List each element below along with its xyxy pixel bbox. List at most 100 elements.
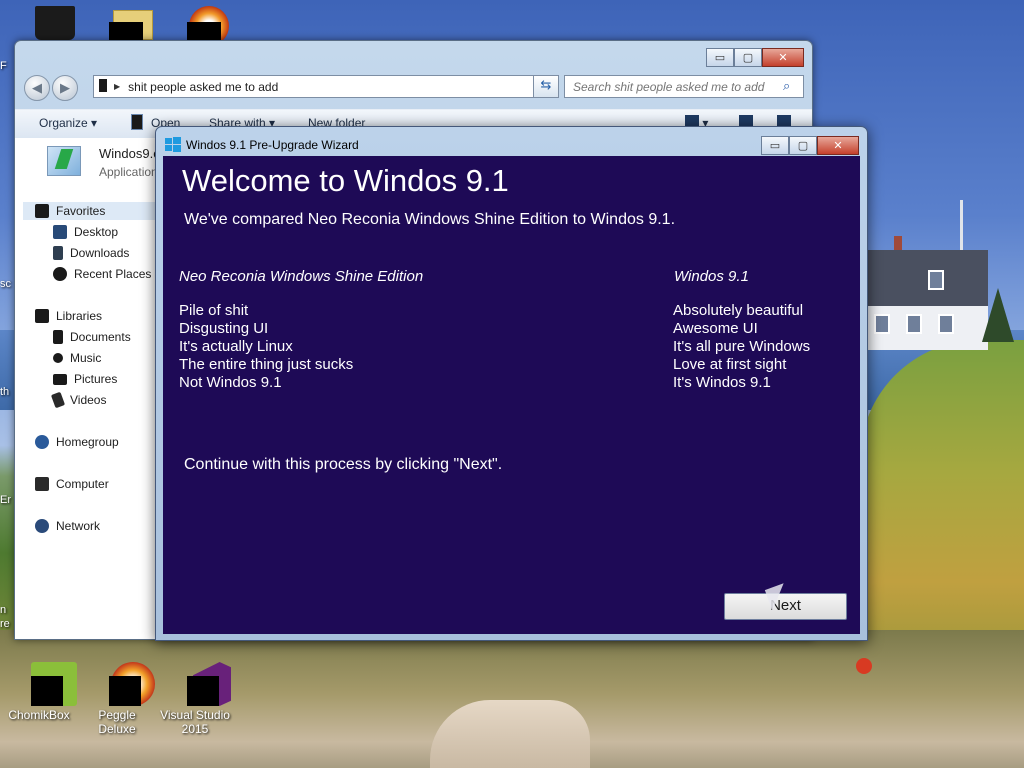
- left-list-item: It's actually Linux: [179, 338, 293, 355]
- application-icon: [47, 146, 81, 176]
- desktop-icon-chomikbox[interactable]: ChomikBox: [0, 662, 78, 722]
- folder-icon: [99, 79, 107, 92]
- minimize-button[interactable]: ▭: [706, 48, 734, 67]
- right-list-item: It's Windos 9.1: [673, 374, 771, 391]
- downloads-icon: [53, 246, 63, 260]
- desktop-label-fragment: F: [0, 60, 7, 72]
- nav-item-music[interactable]: Music: [53, 349, 101, 367]
- house-scenery: [866, 236, 988, 350]
- trash-bin-icon: [17, 0, 75, 44]
- refresh-icon: ⇆: [540, 78, 552, 93]
- nav-label: Computer: [56, 477, 109, 491]
- left-list-item: Disgusting UI: [179, 320, 269, 337]
- forward-arrow-icon: ▶: [60, 80, 70, 96]
- continue-instructions: Continue with this process by clicking "…: [184, 456, 503, 473]
- nav-label: Music: [70, 351, 102, 365]
- close-button[interactable]: ✕: [762, 48, 804, 67]
- nav-item-desktop[interactable]: Desktop: [53, 223, 118, 241]
- circle-app-icon: [173, 0, 229, 46]
- file-type: Application: [99, 165, 158, 179]
- desktop-icon-peggle[interactable]: Peggle Deluxe: [78, 662, 156, 736]
- right-list-item: It's all pure Windows: [673, 338, 811, 355]
- nav-label: Downloads: [70, 246, 130, 260]
- back-arrow-icon: ◀: [32, 80, 42, 96]
- libraries-icon: [35, 309, 49, 323]
- tree-scenery: [982, 288, 1014, 342]
- chomikbox-icon: [17, 662, 77, 706]
- nav-label: Favorites: [56, 204, 106, 218]
- desktop-icon-label: Peggle Deluxe: [98, 708, 136, 736]
- right-list-item: Absolutely beautiful: [673, 302, 804, 319]
- nav-label: Desktop: [74, 225, 119, 239]
- left-list-item: The entire thing just sucks: [179, 356, 354, 373]
- wizard-caption-buttons: ▭ ▢ ✕: [761, 136, 859, 155]
- desktop-icon: [53, 225, 67, 239]
- nav-item-recent-places[interactable]: Recent Places: [53, 265, 151, 283]
- desktop-label-fragment: n: [0, 604, 7, 616]
- search-icon: ⌕: [783, 79, 791, 94]
- nav-label: Pictures: [74, 372, 118, 386]
- peggle-icon: [95, 662, 155, 706]
- recent-places-icon: [53, 267, 67, 281]
- upgrade-wizard-window: Windos 9.1 Pre-Upgrade Wizard ▭ ▢ ✕ Welc…: [155, 126, 868, 641]
- desktop-icon-label: ChomikBox: [8, 708, 70, 722]
- wizard-title: Windos 9.1 Pre-Upgrade Wizard: [186, 138, 359, 152]
- explorer-caption-buttons: ▭ ▢ ✕: [706, 48, 804, 67]
- organize-button[interactable]: Organize ▾: [39, 116, 97, 130]
- wizard-subheading: We've compared Neo Reconia Windows Shine…: [184, 211, 676, 228]
- maximize-button[interactable]: ▢: [789, 136, 817, 155]
- nav-item-documents[interactable]: Documents: [53, 328, 131, 346]
- folder-icon: [95, 0, 153, 44]
- flower-scenery: [856, 658, 872, 674]
- breadcrumb-chevron-icon: ▶: [114, 82, 121, 91]
- desktop-label-fragment: th: [0, 386, 10, 398]
- nav-label: Videos: [70, 393, 107, 407]
- nav-label: Recent Places: [74, 267, 152, 281]
- star-icon: [35, 204, 49, 218]
- refresh-button[interactable]: ⇆: [533, 75, 559, 98]
- wizard-content: Welcome to Windos 9.1 We've compared Neo…: [163, 156, 860, 634]
- computer-icon: [35, 477, 49, 491]
- minimize-button[interactable]: ▭: [761, 136, 789, 155]
- nav-label: Network: [56, 519, 101, 533]
- nav-label: Documents: [70, 330, 131, 344]
- search-input[interactable]: [571, 78, 783, 95]
- back-button[interactable]: ◀: [24, 75, 50, 101]
- homegroup-icon: [35, 435, 49, 449]
- desktop-icon-visual-studio[interactable]: Visual Studio 2015: [156, 662, 234, 736]
- close-button[interactable]: ✕: [817, 136, 859, 155]
- pictures-icon: [53, 373, 67, 385]
- windows-logo-icon: [165, 137, 181, 153]
- nav-item-pictures[interactable]: Pictures: [53, 370, 117, 388]
- left-list-item: Pile of shit: [179, 302, 249, 319]
- navigation-pane: Favorites Desktop Downloads Recent Place…: [23, 198, 163, 638]
- nav-label: Homegroup: [56, 435, 119, 449]
- network-icon: [35, 519, 49, 533]
- left-column-header: Neo Reconia Windows Shine Edition: [179, 268, 424, 285]
- file-name: Windos9.e: [99, 146, 161, 161]
- music-icon: [53, 353, 63, 363]
- nav-item-downloads[interactable]: Downloads: [53, 244, 129, 262]
- desktop-label-fragment: Er: [0, 494, 11, 506]
- open-file-icon: [131, 114, 143, 133]
- right-column-header: Windos 9.1: [674, 268, 749, 285]
- explorer-navigation-row: ◀ ▶ ▶ shit people asked me to add ▼ ⇆ ⌕: [15, 71, 812, 105]
- search-box[interactable]: ⌕: [564, 75, 804, 98]
- nav-item-favorites[interactable]: Favorites: [23, 202, 155, 220]
- nav-label: Libraries: [56, 309, 103, 323]
- maximize-button[interactable]: ▢: [734, 48, 762, 67]
- address-path: shit people asked me to add: [128, 79, 279, 94]
- nav-item-homegroup[interactable]: Homegroup: [35, 433, 119, 451]
- videos-icon: [50, 391, 66, 409]
- forward-button[interactable]: ▶: [52, 75, 78, 101]
- desktop-label-fragment: re: [0, 618, 10, 630]
- nav-item-libraries[interactable]: Libraries: [35, 307, 102, 325]
- address-bar[interactable]: ▶ shit people asked me to add ▼: [93, 75, 559, 98]
- nav-item-network[interactable]: Network: [35, 517, 100, 535]
- right-list-item: Love at first sight: [673, 356, 787, 373]
- nav-item-videos[interactable]: Videos: [50, 391, 107, 409]
- nav-item-computer[interactable]: Computer: [35, 475, 109, 493]
- desktop-label-fragment: sc: [0, 278, 11, 290]
- wizard-heading: Welcome to Windos 9.1: [182, 163, 509, 198]
- documents-icon: [53, 330, 63, 344]
